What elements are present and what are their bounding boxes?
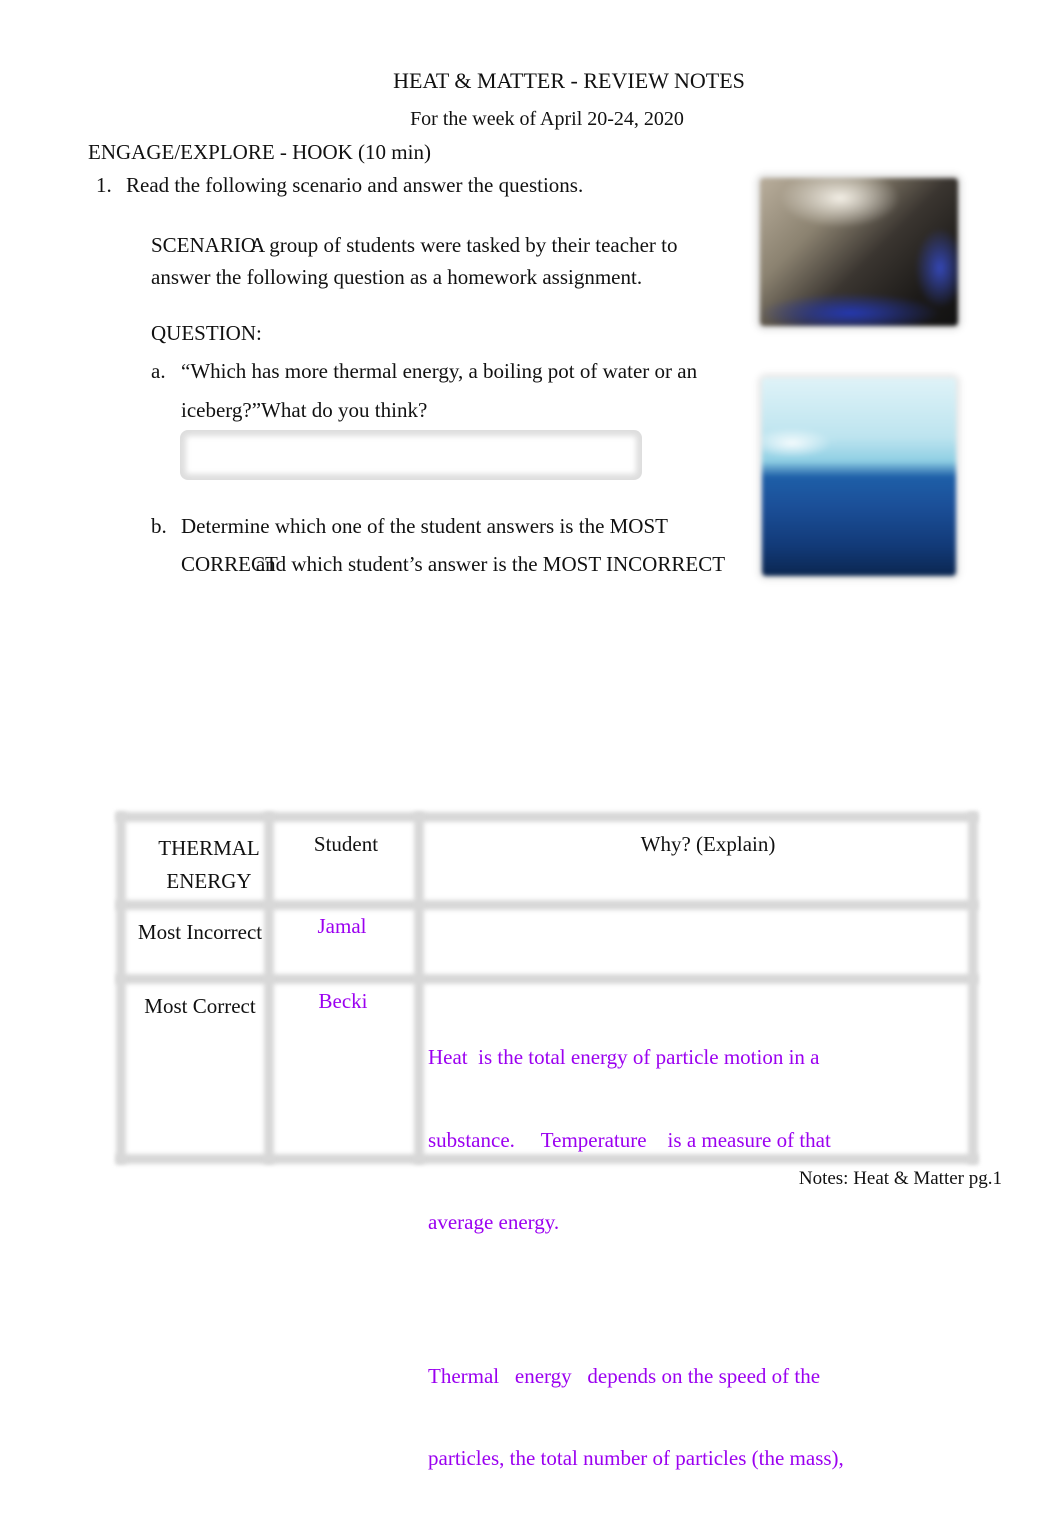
table-rule-1 bbox=[116, 900, 978, 910]
why-line: particles, the total number of particles… bbox=[428, 1446, 844, 1470]
header-line-2: ENERGY bbox=[166, 869, 252, 893]
step-1: 1. Read the following scenario and answer… bbox=[96, 173, 583, 198]
iceberg-photo-icon bbox=[762, 378, 956, 576]
question-b-line-1: Determine which one of the student answe… bbox=[181, 514, 668, 538]
question-a-marker: a. bbox=[151, 359, 166, 383]
step-text: Read the following scenario and answer t… bbox=[126, 173, 584, 197]
scenario-label: SCENARIO bbox=[151, 233, 257, 257]
table-col-rule-2 bbox=[414, 812, 424, 1164]
section-heading: ENGAGE/EXPLORE - HOOK (10 min) bbox=[88, 140, 431, 164]
page-subtitle: For the week of April 20-24, 2020 bbox=[410, 108, 684, 130]
question-a: a. “Which has more thermal energy, a boil… bbox=[151, 359, 697, 384]
scenario-line-1: SCENARIOA group of students were tasked … bbox=[151, 233, 677, 258]
table-rule-2 bbox=[116, 974, 978, 984]
why-line: average energy. bbox=[428, 1210, 560, 1234]
question-label: QUESTION: bbox=[151, 321, 262, 345]
question-b-marker: b. bbox=[151, 514, 167, 538]
table-header-why: Why? (Explain) bbox=[640, 832, 776, 856]
table-border-right bbox=[968, 812, 978, 1164]
question-a-line-2: iceberg?”What do you think? bbox=[181, 398, 428, 422]
question-a-line-1: “Which has more thermal energy, a boilin… bbox=[181, 359, 698, 383]
why-line: Thermal energy depends on the speed of t… bbox=[428, 1363, 821, 1388]
table-border-left bbox=[116, 812, 126, 1164]
why-line: substance. Temperature is a measure of t… bbox=[428, 1127, 831, 1152]
thermal-energy-table: THERMAL ENERGY Student Why? (Explain) Mo… bbox=[116, 812, 978, 1470]
table-border-top bbox=[116, 812, 978, 822]
question-a-answer-field[interactable] bbox=[180, 430, 642, 480]
table-row-student: Becki bbox=[318, 989, 368, 1013]
question-b: b. Determine which one of the student ans… bbox=[151, 514, 668, 539]
table-row-why: Heat is the total energy of particle mot… bbox=[428, 989, 958, 1528]
question-b-line-2: CORRECTand which student’s answer is the… bbox=[181, 552, 725, 577]
table-row-student: Jamal bbox=[317, 914, 367, 938]
scenario-text-1: A group of students were tasked by their… bbox=[250, 233, 678, 257]
header-line-1: THERMAL bbox=[158, 836, 260, 860]
scenario-line-2: answer the following question as a homew… bbox=[151, 265, 643, 289]
step-number: 1. bbox=[96, 173, 112, 197]
table-header-thermal-energy: THERMAL ENERGY bbox=[130, 832, 288, 898]
question-b-rest: and which student’s answer is the MOST I… bbox=[255, 552, 726, 576]
page-footer: Notes: Heat & Matter pg.1 bbox=[798, 1168, 1002, 1189]
table-row-label: Most Incorrect bbox=[137, 920, 263, 944]
why-line bbox=[428, 1292, 958, 1308]
boiling-pot-photo-icon bbox=[760, 178, 958, 326]
why-line: Heat is the total energy of particle mot… bbox=[428, 1045, 820, 1069]
page-title: HEAT & MATTER - REVIEW NOTES bbox=[393, 68, 745, 93]
table-header-student: Student bbox=[313, 832, 379, 856]
table-row-label: Most Correct bbox=[144, 994, 256, 1018]
